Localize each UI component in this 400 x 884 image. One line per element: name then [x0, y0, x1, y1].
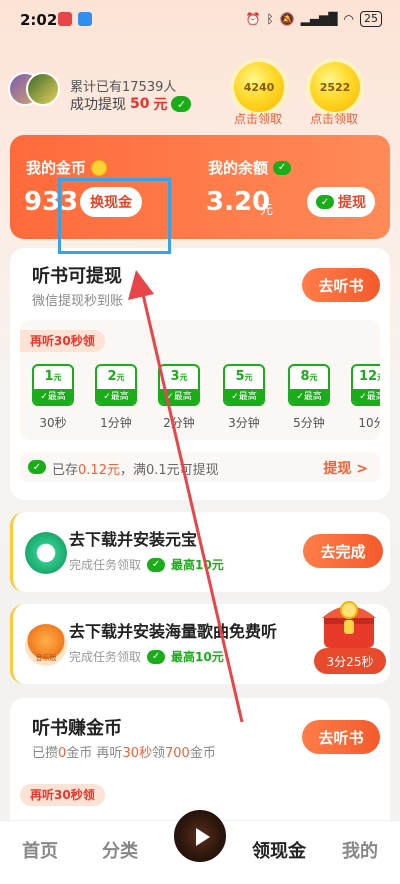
go-listen-button[interactable]: 去听书 [302, 268, 380, 302]
withdraw-amount: 50 [130, 96, 150, 112]
withdraw-button[interactable]: ✓ 提现 [307, 187, 375, 217]
tab-category[interactable]: 分类 [102, 837, 138, 863]
treasure-chest-icon[interactable] [318, 596, 380, 652]
withdraw-prefix: 成功提现 [70, 97, 126, 113]
balance-unit: 元 [260, 203, 274, 218]
coin-bubble-caption[interactable]: 点击领取 [310, 110, 358, 127]
annotation-highlight-box [58, 178, 171, 254]
cumulative-users-text: 累计已有17539人 [70, 80, 177, 95]
signal-icon: ▂▄▆█ [300, 12, 338, 26]
coin-icon [91, 159, 108, 176]
go-complete-label: 去完成 [320, 542, 366, 561]
saved-amount-bar: ✓ 已存0.12元，满0.1元可提现 提现 > [20, 452, 380, 482]
avatar [26, 72, 60, 106]
tier-amount: 1元 [44, 369, 62, 384]
alarm-icon: ⏰ [245, 12, 261, 26]
tab-get-cash[interactable]: 领现金 [252, 837, 306, 863]
notification-app-icon [58, 12, 72, 26]
task-title: 去下载并安装海量歌曲免费听 [69, 622, 278, 641]
earn-card-title: 听书赚金币 [32, 718, 122, 739]
tab-home[interactable]: 首页 [22, 837, 58, 863]
wechat-check-icon: ✓ [171, 96, 192, 112]
tier-time: 5分钟 [293, 416, 325, 430]
tier-tag: 再听30秒领 [20, 330, 105, 352]
go-complete-button[interactable]: 去完成 [303, 534, 383, 568]
tier-item[interactable]: 2元 ✓最高 [95, 364, 137, 406]
task-card-yuanbao: 去下载并安装元宝 完成任务领取 ✓ 最高10元 去完成 [10, 512, 390, 592]
withdraw-unit: 元 [153, 97, 168, 113]
task-subtitle: 完成任务领取 ✓ 最高10元 [69, 649, 224, 664]
coins-label: 我的金币 [26, 159, 87, 177]
coin-bubble-value: 2522 [319, 80, 351, 94]
tier-badge: ✓最高 [353, 389, 380, 404]
tier-badge: ✓最高 [160, 389, 198, 404]
coins-label-row: 我的金币 [26, 157, 108, 178]
wifi-icon: ◠ [343, 12, 354, 26]
wechat-check-icon: ✓ [273, 160, 292, 175]
task-subtitle: 完成任务领取 ✓ 最高10元 [69, 557, 224, 572]
saved-withdraw-link[interactable]: 提现 > [323, 458, 368, 478]
saved-amount-text: 已存0.12元，满0.1元可提现 [52, 463, 219, 478]
wechat-check-icon: ✓ [28, 460, 46, 474]
coin-bubble-caption[interactable]: 点击领取 [234, 110, 282, 127]
tier-time: 2分钟 [163, 416, 195, 430]
tab-mine[interactable]: 我的 [342, 837, 378, 863]
go-listen-label: 去听书 [318, 728, 364, 747]
tier-amount: 8元 [300, 369, 318, 384]
tier-badge: ✓最高 [34, 389, 72, 404]
tier-time: 10分 [358, 416, 380, 430]
coin-bubble-2[interactable]: 2522 [310, 62, 360, 112]
withdraw-label: 提现 [338, 195, 366, 211]
tier-badge: ✓最高 [97, 389, 135, 404]
balance-label: 我的余额 [208, 159, 269, 177]
tier-amount: 3元 [170, 369, 188, 384]
tier-item[interactable]: 3元 ✓最高 [158, 364, 200, 406]
play-icon [196, 828, 210, 846]
balance-label-row: 我的余额 ✓ [208, 157, 292, 178]
go-listen-button-2[interactable]: 去听书 [302, 720, 380, 754]
wechat-check-icon: ✓ [147, 557, 166, 572]
tier-tag: 再听30秒领 [20, 784, 105, 806]
tier-badge: ✓最高 [225, 389, 263, 404]
notification-cloud-icon [78, 12, 92, 26]
task-title: 去下载并安装元宝 [69, 530, 198, 549]
tier-amount: 5元 [235, 369, 253, 384]
tier-item[interactable]: 1元 ✓最高 [32, 364, 74, 406]
tier-time: 1分钟 [100, 416, 132, 430]
tier-time: 30秒 [39, 416, 67, 430]
tier-amount: 12元 [358, 369, 380, 384]
tier-panel: 再听30秒领 1元 ✓最高 30秒 2元 ✓最高 1分钟 3元 ✓最高 2分钟 … [20, 320, 380, 440]
tier-time: 3分钟 [228, 416, 260, 430]
earn-card-subtitle: 已攒0金币 再听30秒领700金币 [32, 746, 216, 761]
status-time: 2:02 [20, 11, 58, 29]
status-icons: ⏰ ᛒ 🔕 ▂▄▆█ ◠ 25 [245, 11, 382, 27]
wechat-check-icon: ✓ [147, 649, 166, 664]
battery-icon: 25 [360, 11, 382, 27]
bluetooth-icon: ᛒ [266, 12, 274, 26]
tier-item[interactable]: 5元 ✓最高 [223, 364, 265, 406]
chest-timer[interactable]: 3分25秒 [314, 648, 386, 674]
yuanbao-app-icon [25, 532, 67, 574]
status-bar: 2:02 ⏰ ᛒ 🔕 ▂▄▆█ ◠ 25 [0, 0, 400, 40]
coin-bubble-1[interactable]: 4240 [234, 62, 284, 112]
tier-badge: ✓最高 [290, 389, 328, 404]
coin-bubble-value: 4240 [243, 80, 275, 94]
withdraw-success-line: 成功提现 50 元 ✓ [70, 94, 192, 114]
avatar-stack [8, 72, 68, 108]
mute-icon: 🔕 [279, 12, 295, 26]
music-app-icon-label: 音乐版 [35, 654, 57, 662]
listen-card-subtitle: 微信提现秒到账 [32, 294, 124, 309]
tier-item[interactable]: 12元 ✓最高 [351, 364, 380, 406]
tier-item[interactable]: 8元 ✓最高 [288, 364, 330, 406]
audio-player-button[interactable] [172, 808, 228, 864]
wechat-check-icon: ✓ [316, 195, 334, 209]
tier-amount: 2元 [107, 369, 125, 384]
go-listen-label: 去听书 [318, 276, 364, 295]
music-app-icon: 音乐版 [25, 624, 67, 666]
listen-card-title: 听书可提现 [32, 266, 122, 287]
